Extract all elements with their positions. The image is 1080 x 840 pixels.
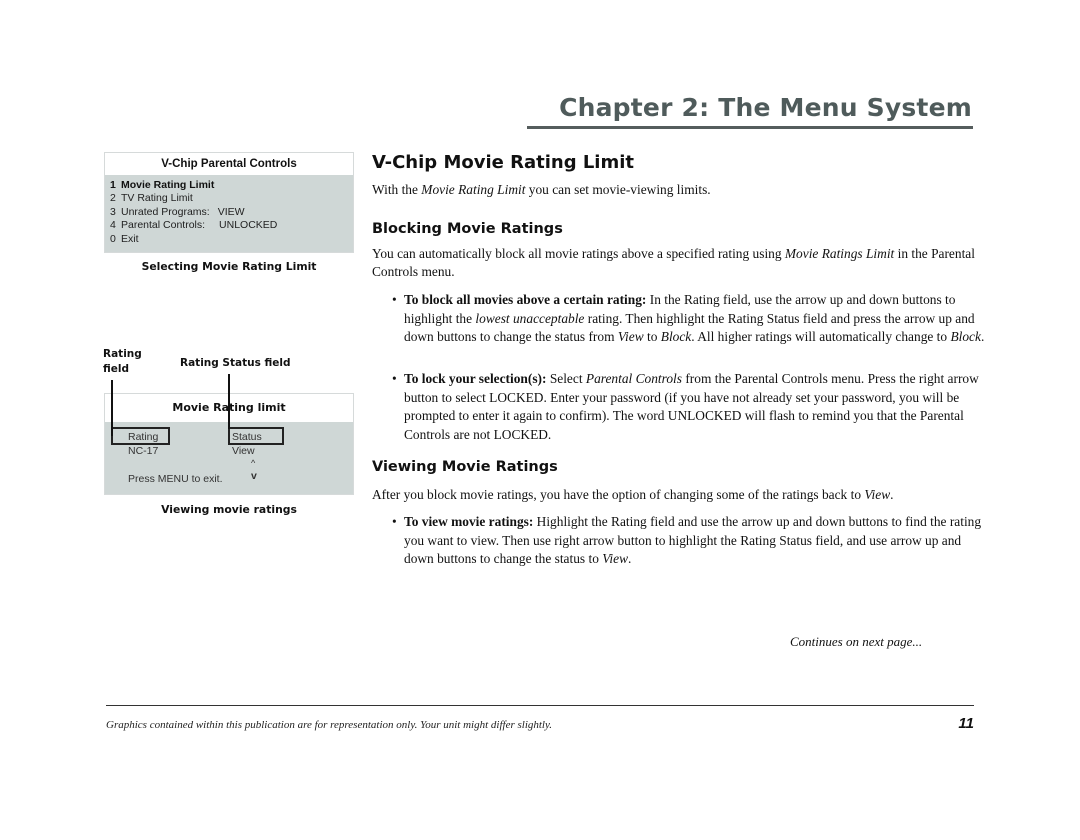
rating-screen-caption: Viewing movie ratings	[161, 503, 297, 516]
emphasis: lowest unacceptable	[475, 310, 585, 326]
menu-screen-panel: V-Chip Parental Controls 1 Movie Rating L…	[104, 152, 354, 253]
intro-paragraph: With the Movie Rating Limit you can set …	[372, 181, 977, 199]
bullet-icon: •	[392, 514, 397, 529]
bullet-view-ratings: • To view movie ratings: Highlight the R…	[392, 513, 989, 569]
status-field-highlight	[228, 427, 284, 445]
rating-field-leader-line	[111, 380, 113, 436]
viewing-paragraph: After you block movie ratings, you have …	[372, 486, 977, 504]
text: Select	[546, 371, 586, 386]
arrow-down-icon: v	[251, 470, 257, 482]
text: . All higher ratings will automatically …	[691, 329, 951, 344]
rating-field-callout-line1: Rating	[103, 348, 142, 360]
text: You can automatically block all movie ra…	[372, 246, 785, 261]
status-value: View	[232, 445, 255, 457]
menu-list: 1 Movie Rating Limit 2 TV Rating Limit 3 Un…	[105, 175, 353, 246]
page-number: 11	[958, 715, 974, 732]
chapter-rule	[527, 126, 973, 129]
menu-item-parental-controls[interactable]: 4 Parental Controls: UNLOCKED	[110, 219, 353, 232]
blocking-paragraph: You can automatically block all movie ra…	[372, 245, 977, 281]
section-title: V-Chip Movie Rating Limit	[372, 152, 635, 173]
menu-item-label: Parental Controls:	[121, 219, 206, 232]
bullet-lead: To block all movies above a certain rati…	[404, 292, 647, 307]
menu-item-value: UNLOCKED	[219, 219, 278, 232]
text: .	[890, 487, 894, 502]
exit-hint: Press MENU to exit.	[128, 473, 223, 485]
continues-note: Continues on next page...	[790, 634, 923, 649]
bullet-lead: To view movie ratings:	[404, 514, 534, 529]
emphasis: Block	[660, 329, 692, 344]
text: to	[643, 329, 661, 344]
menu-item-unrated-programs[interactable]: 3 Unrated Programs: VIEW	[110, 206, 353, 219]
menu-item-number: 0	[110, 232, 116, 245]
menu-item-number: 4	[110, 219, 116, 232]
text: .	[980, 329, 985, 344]
viewing-heading: Viewing Movie Ratings	[372, 459, 558, 475]
menu-item-value: VIEW	[217, 205, 245, 218]
emphasis: View	[617, 329, 644, 344]
rating-value: NC-17	[128, 445, 159, 457]
text: With the	[372, 182, 422, 197]
menu-item-label: Movie Rating Limit	[121, 179, 215, 191]
text: .	[628, 551, 632, 566]
footer-disclaimer: Graphics contained within this publicati…	[106, 719, 553, 731]
emphasis: Movie Ratings Limit	[784, 246, 895, 261]
menu-item-label: TV Rating Limit	[121, 192, 193, 205]
chapter-title: Chapter 2: The Menu System	[559, 93, 972, 122]
bullet-icon: •	[392, 292, 397, 307]
footer-rule	[106, 705, 974, 706]
emphasis: Movie Rating Limit	[421, 182, 526, 197]
blocking-heading: Blocking Movie Ratings	[372, 221, 563, 237]
menu-screen-title: V-Chip Parental Controls	[105, 153, 353, 175]
status-field-leader-line	[228, 374, 230, 429]
text: you can set movie-viewing limits.	[525, 182, 711, 197]
bullet-lead: To lock your selection(s):	[404, 371, 547, 386]
bullet-icon: •	[392, 371, 397, 386]
rating-field-callout-line2: field	[103, 363, 130, 375]
menu-item-label: Exit	[121, 232, 139, 245]
menu-item-exit[interactable]: 0 Exit	[110, 233, 353, 246]
emphasis: Block	[950, 329, 981, 344]
text: After you block movie ratings, you have …	[372, 487, 865, 502]
menu-item-number: 3	[110, 205, 116, 218]
bullet-lock-selection: • To lock your selection(s): Select Pare…	[392, 370, 989, 444]
arrow-up-icon: ^	[251, 458, 256, 468]
emphasis: View	[602, 551, 629, 566]
menu-screen-caption: Selecting Movie Rating Limit	[141, 260, 317, 273]
rating-field-highlight	[111, 427, 170, 445]
menu-item-number: 2	[110, 192, 116, 205]
bullet-block-movies: • To block all movies above a certain ra…	[392, 291, 989, 347]
menu-item-tv-rating-limit[interactable]: 2 TV Rating Limit	[110, 192, 353, 205]
rating-field-callout-label: Rating field	[103, 347, 142, 377]
menu-item-movie-rating-limit[interactable]: 1 Movie Rating Limit	[110, 179, 353, 192]
menu-item-number: 1	[110, 179, 116, 191]
menu-item-label: Unrated Programs:	[121, 205, 210, 218]
emphasis: View	[864, 487, 891, 502]
emphasis: Parental Controls	[585, 371, 682, 386]
status-field-callout-label: Rating Status field	[180, 357, 291, 369]
